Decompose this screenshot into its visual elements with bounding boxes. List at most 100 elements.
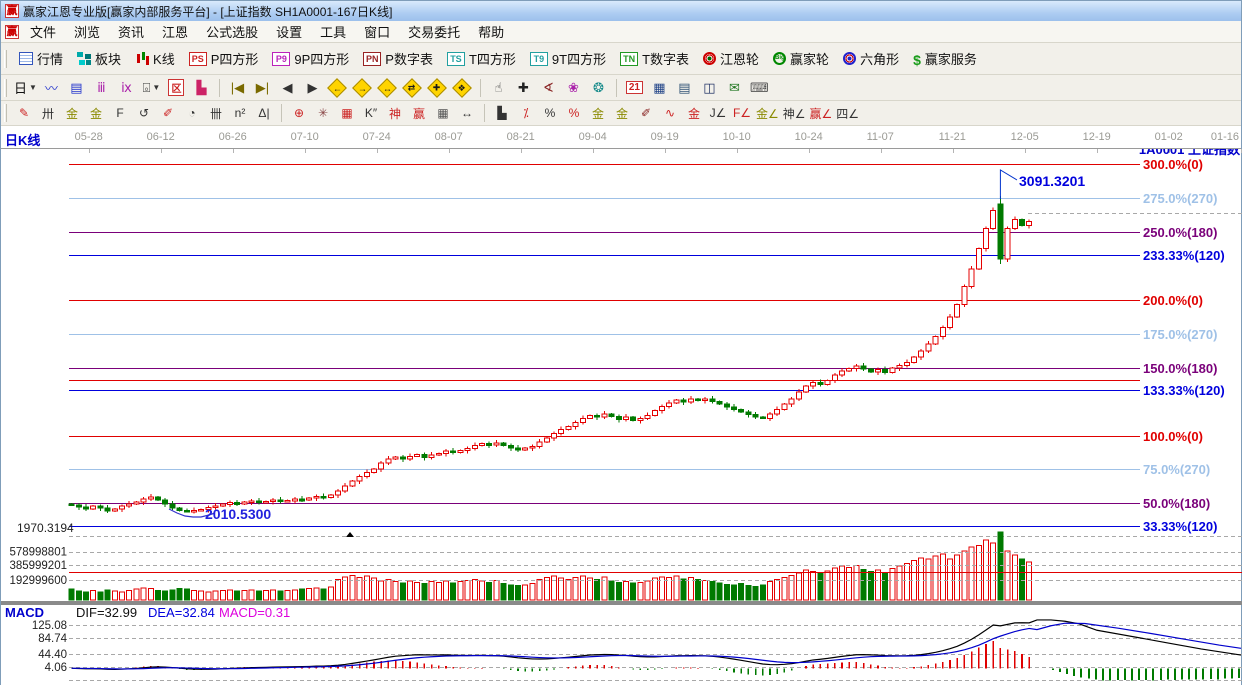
macd-scale-label: 4.06: [45, 662, 67, 674]
comb-tool[interactable]: 卅: [37, 103, 59, 123]
clipboard-icon[interactable]: ▤: [65, 78, 88, 98]
p-digit-table-button[interactable]: PNP数字表: [356, 46, 440, 71]
nav-prev-button[interactable]: ◀: [276, 78, 299, 98]
hand-tool-button[interactable]: ☝: [487, 78, 510, 98]
winner-wheel-button[interactable]: Big赢家轮: [766, 46, 836, 71]
grid-123-tool[interactable]: ▦: [432, 103, 454, 123]
save-button[interactable]: ◫: [698, 78, 721, 98]
angle-ying-tool[interactable]: 赢∠: [809, 103, 834, 123]
p-square-button[interactable]: PSP四方形: [182, 46, 266, 71]
crosshair-tool-button[interactable]: ✚: [512, 78, 535, 98]
brush-tool-icon: ✎: [19, 106, 29, 120]
gann-level-label: 300.0%(0): [1143, 157, 1203, 172]
n-squared-tool[interactable]: n²: [229, 103, 251, 123]
gold-comb-tool[interactable]: 金: [61, 103, 83, 123]
zigzag-line-icon[interactable]: 〰: [40, 78, 63, 98]
t-digit-table-button[interactable]: TNT数字表: [613, 46, 696, 71]
volume-axis-label: 578998801: [9, 547, 67, 559]
nav-next-button[interactable]: ▶: [301, 78, 324, 98]
span-arrow-tool[interactable]: ↔: [456, 103, 478, 123]
color-histogram-icon[interactable]: ▙: [190, 78, 213, 98]
ninet-square-button[interactable]: T99T四方形: [523, 46, 613, 71]
winner-service-button[interactable]: $赢家服务: [906, 46, 984, 71]
angle-f-tool[interactable]: F∠: [731, 103, 753, 123]
menu-item-2[interactable]: 资讯: [109, 20, 153, 43]
menu-item-1[interactable]: 浏览: [65, 20, 109, 43]
toolbar-separator: [281, 104, 282, 122]
sectors-button[interactable]: 板块: [70, 46, 128, 71]
circle-arc-tool[interactable]: ◔: [181, 103, 203, 123]
zoom-full-diamond-button-icon: ❖: [453, 78, 473, 98]
compress-diamond-button[interactable]: ⇄: [401, 78, 424, 98]
shen-comb-tool[interactable]: 神: [384, 103, 406, 123]
nav-last-button[interactable]: ▶|: [251, 78, 274, 98]
wave-tool[interactable]: ∿: [659, 103, 681, 123]
percent-down-tool[interactable]: ⁒: [515, 103, 537, 123]
menu-item-8[interactable]: 交易委托: [399, 20, 469, 43]
spiral-tool[interactable]: ↺: [133, 103, 155, 123]
f-comb-tool[interactable]: F: [109, 103, 131, 123]
hexagon-button[interactable]: 六角形: [836, 46, 906, 71]
menu-item-7[interactable]: 窗口: [355, 20, 399, 43]
ninet-square-button-icon: T9: [530, 52, 548, 66]
gold-circle-tool[interactable]: 金: [587, 103, 609, 123]
angle-ruler-button[interactable]: ∢: [537, 78, 560, 98]
star-grid-tool[interactable]: ✳: [312, 103, 334, 123]
candle-style-dropdown[interactable]: ⌻▼: [140, 78, 163, 98]
calendar-button[interactable]: 21: [623, 78, 646, 98]
nav-first-button[interactable]: |◀: [226, 78, 249, 98]
menu-item-0[interactable]: 文件: [21, 20, 65, 43]
menu-item-5[interactable]: 设置: [267, 20, 311, 43]
menu-item-6[interactable]: 工具: [311, 20, 355, 43]
k-quote-tool[interactable]: K″: [360, 103, 382, 123]
menu-item-3[interactable]: 江恩: [153, 20, 197, 43]
expand-h-diamond-button[interactable]: ↔: [376, 78, 399, 98]
menu-item-4[interactable]: 公式选股: [197, 20, 267, 43]
bars3-icon[interactable]: ⅲ: [90, 78, 113, 98]
circle-cross-tool[interactable]: ⊕: [288, 103, 310, 123]
pattern-red-icon[interactable]: 区: [165, 78, 188, 98]
angle-gold-tool[interactable]: 金∠: [755, 103, 780, 123]
period-day-dropdown[interactable]: 日▼: [13, 78, 38, 98]
ninep-square-button[interactable]: P99P四方形: [265, 46, 356, 71]
square-grid-tool[interactable]: ▦: [336, 103, 358, 123]
notes-button[interactable]: ▤: [673, 78, 696, 98]
angle-si-tool[interactable]: 四∠: [835, 103, 860, 123]
angle-f-tool-icon: F∠: [733, 106, 751, 120]
symbol-label: 1A0001 上证指数: [1139, 149, 1241, 157]
ink-tool[interactable]: ✐: [635, 103, 657, 123]
gold-line-tool[interactable]: 金: [611, 103, 633, 123]
gann-wheel-button[interactable]: 江恩轮: [696, 46, 766, 71]
gold-under-tool[interactable]: 金: [683, 103, 705, 123]
comb2-tool[interactable]: 卌: [205, 103, 227, 123]
chart-area[interactable]: 300.0%(0)275.0%(270)250.0%(180)233.33%(1…: [1, 149, 1241, 685]
bars9-icon[interactable]: ⅸ: [115, 78, 138, 98]
shift-right-diamond-button[interactable]: →: [351, 78, 374, 98]
zoom-in-diamond-button[interactable]: ✚: [426, 78, 449, 98]
brush-tool[interactable]: ✎: [13, 103, 35, 123]
marker-tool[interactable]: ✐: [157, 103, 179, 123]
shift-left-diamond-button[interactable]: ←: [326, 78, 349, 98]
t-square-button[interactable]: TST四方形: [440, 46, 523, 71]
flower-tool-button[interactable]: ❀: [562, 78, 585, 98]
color-histogram-icon-icon: ▙: [196, 80, 206, 96]
kline-button[interactable]: K线: [128, 46, 182, 71]
angle-shen-tool[interactable]: 神∠: [782, 103, 807, 123]
column-chart-tool[interactable]: ▙: [491, 103, 513, 123]
zoom-full-diamond-button[interactable]: ❖: [451, 78, 474, 98]
angle-j-tool[interactable]: J∠: [707, 103, 729, 123]
quotes-button[interactable]: 行情: [12, 46, 70, 71]
t-square-button-icon: TS: [447, 52, 465, 66]
calculator-button[interactable]: ▦: [648, 78, 671, 98]
percent-tool[interactable]: %: [539, 103, 561, 123]
menu-item-9[interactable]: 帮助: [469, 20, 513, 43]
percent-line-tool[interactable]: %: [563, 103, 585, 123]
ying-comb-tool[interactable]: 赢: [408, 103, 430, 123]
mail-globe-button[interactable]: ✉: [723, 78, 746, 98]
workstation-button[interactable]: ⌨: [748, 78, 771, 98]
gold-comb2-tool[interactable]: 金: [85, 103, 107, 123]
hand-tool-button-icon: ☝: [494, 80, 502, 96]
brain-tool-button[interactable]: ❂: [587, 78, 610, 98]
angle-a-tool[interactable]: Δ|: [253, 103, 275, 123]
kline-chart[interactable]: 300.0%(0)275.0%(270)250.0%(180)233.33%(1…: [1, 149, 1242, 684]
